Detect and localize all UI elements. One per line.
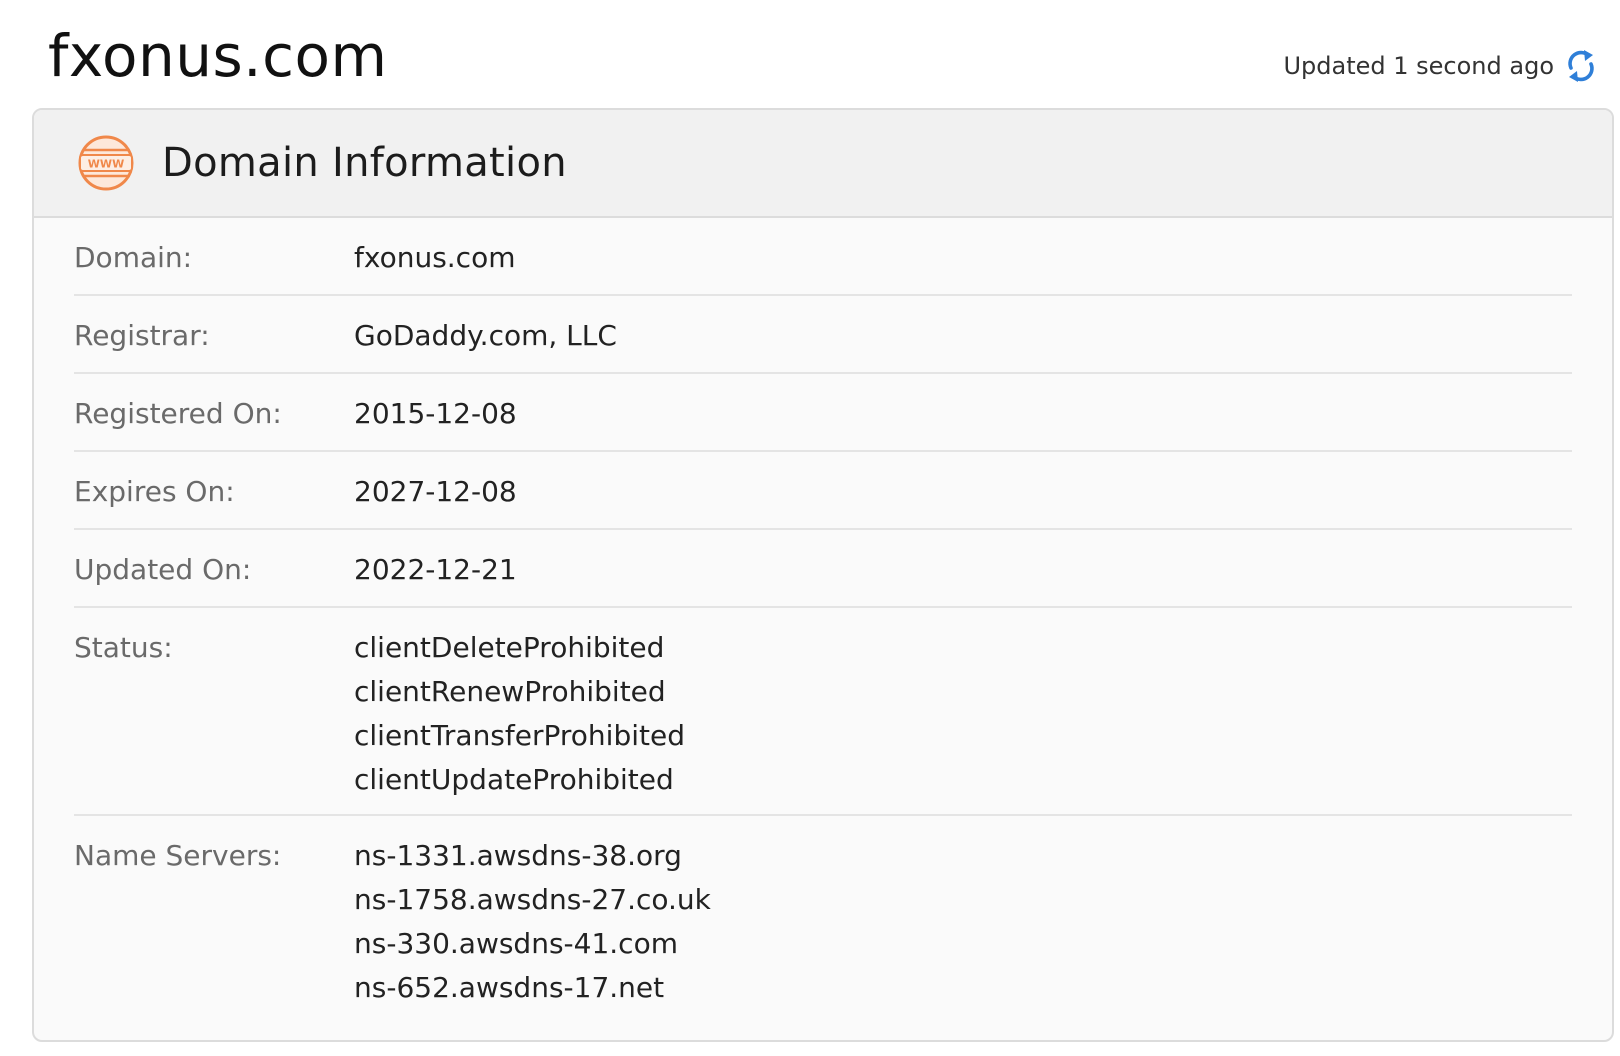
status-list: clientDeleteProhibited clientRenewProhib… [354,608,1572,814]
updated-text: Updated 1 second ago [1283,52,1554,80]
name-server-item: ns-330.awsdns-41.com [354,927,678,960]
row-value: 2022-12-21 [354,553,517,586]
row-label: Status: [74,631,173,664]
www-icon: WWW [76,133,136,193]
row-label: Registered On: [74,397,282,430]
name-server-item: ns-1758.awsdns-27.co.uk [354,883,711,916]
row-label: Domain: [74,241,193,274]
status-item: clientTransferProhibited [354,719,685,752]
row-label: Expires On: [74,475,235,508]
row-expires-on: Expires On: 2027-12-08 [74,452,1572,530]
row-label: Updated On: [74,553,252,586]
row-label: Registrar: [74,319,210,352]
row-value: 2027-12-08 [354,475,517,508]
row-registrar: Registrar: GoDaddy.com, LLC [74,296,1572,374]
row-updated-on: Updated On: 2022-12-21 [74,530,1572,608]
name-server-item: ns-1331.awsdns-38.org [354,839,682,872]
row-value: 2015-12-08 [354,397,517,430]
row-name-servers: Name Servers: ns-1331.awsdns-38.org ns-1… [74,816,1572,1026]
row-value: GoDaddy.com, LLC [354,319,617,352]
card-title: Domain Information [162,140,567,186]
row-value: fxonus.com [354,241,516,274]
name-server-list: ns-1331.awsdns-38.org ns-1758.awsdns-27.… [354,816,1572,1026]
page-title: fxonus.com [48,22,388,90]
domain-info-table: Domain: fxonus.com Registrar: GoDaddy.co… [34,218,1612,1026]
row-label: Name Servers: [74,839,282,872]
row-registered-on: Registered On: 2015-12-08 [74,374,1572,452]
status-item: clientUpdateProhibited [354,763,674,796]
row-domain: Domain: fxonus.com [74,218,1572,296]
updated-status: Updated 1 second ago [1283,46,1598,86]
status-item: clientRenewProhibited [354,675,666,708]
row-status: Status: clientDeleteProhibited clientRen… [74,608,1572,816]
status-item: clientDeleteProhibited [354,631,665,664]
domain-information-card: WWW Domain Information Domain: fxonus.co… [32,108,1614,1042]
card-header: WWW Domain Information [34,110,1612,218]
name-server-item: ns-652.awsdns-17.net [354,971,665,1004]
refresh-icon[interactable] [1564,46,1598,86]
www-icon-text: WWW [88,158,124,171]
